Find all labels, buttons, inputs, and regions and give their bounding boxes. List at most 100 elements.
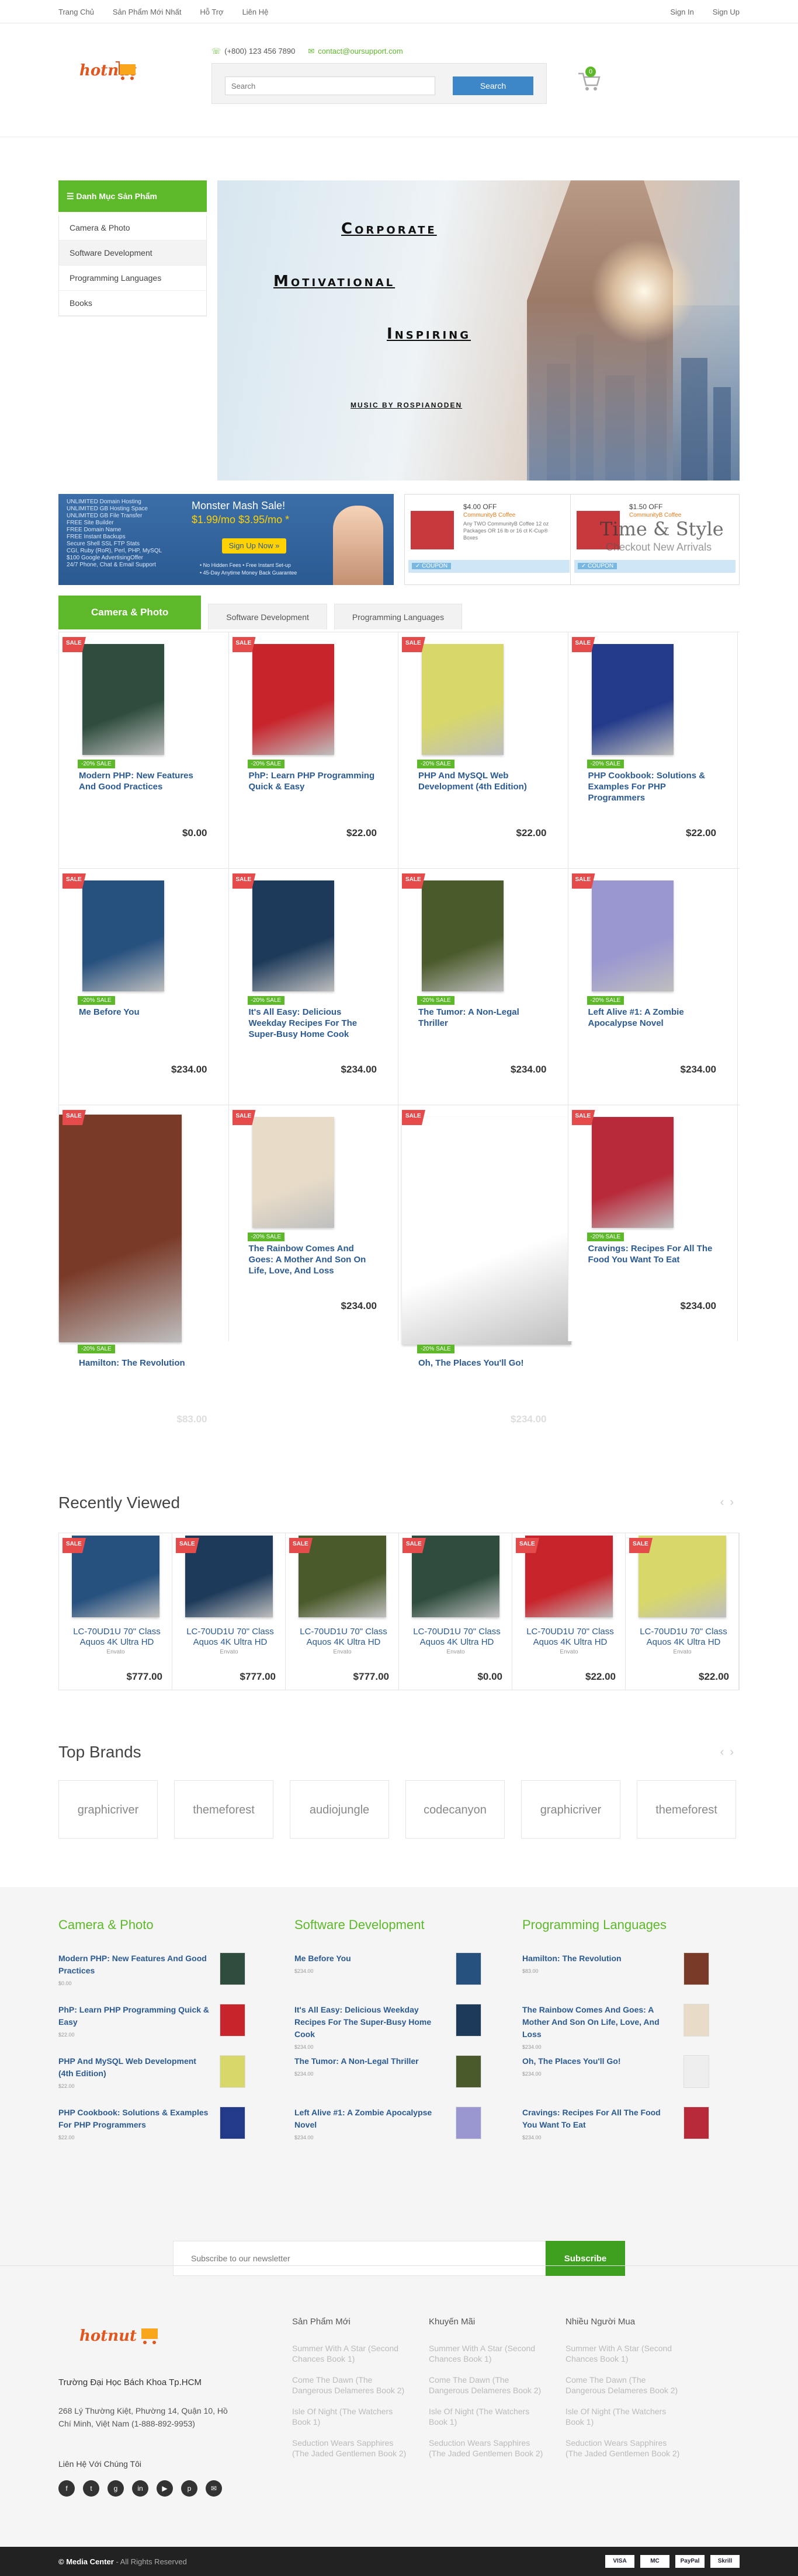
product-title[interactable]: Modern PHP: New Features And Good Practi…: [79, 770, 207, 792]
footer-product-image[interactable]: [456, 1952, 481, 1985]
footer-product-item[interactable]: Modern PHP: New Features And Good Practi…: [58, 1952, 245, 2004]
email-info[interactable]: ✉ contact@oursupport.com: [308, 47, 403, 56]
footer-product-image[interactable]: [683, 2055, 709, 2088]
recently-viewed-item[interactable]: SALE LC-70UD1U 70" Class Aquos 4K Ultra …: [286, 1533, 399, 1690]
product-card[interactable]: SALE -20% SALE Oh, The Places You'll Go!…: [398, 1105, 571, 1425]
product-cover-image[interactable]: [59, 1115, 182, 1342]
brand-logo[interactable]: graphicriver: [521, 1780, 620, 1839]
product-card[interactable]: SALE -20% SALE PHP And MySQL Web Develop…: [398, 632, 568, 868]
product-card[interactable]: SALE -20% SALE Left Alive #1: A Zombie A…: [567, 869, 738, 1105]
footer-product-item[interactable]: Cravings: Recipes For All The Food You W…: [522, 2107, 709, 2158]
prev-arrow-icon[interactable]: ‹: [720, 1496, 730, 1509]
footer-product-item[interactable]: It's All Easy: Delicious Weekday Recipes…: [294, 2004, 481, 2055]
recently-viewed-title[interactable]: LC-70UD1U 70" Class Aquos 4K Ultra HD: [294, 1627, 393, 1648]
footer-link[interactable]: Seduction Wears Sapphires (The Jaded Gen…: [565, 2438, 682, 2459]
brand-logo[interactable]: graphicriver: [58, 1780, 158, 1839]
tab-camera-photo[interactable]: Camera & Photo: [58, 596, 202, 629]
footer-product-title[interactable]: PhP: Learn PHP Programming Quick & Easy: [58, 2004, 210, 2028]
brand-logo[interactable]: codecanyon: [405, 1780, 505, 1839]
recently-viewed-image[interactable]: [299, 1536, 386, 1617]
product-title[interactable]: It's All Easy: Delicious Weekday Recipes…: [249, 1007, 377, 1040]
facebook-icon[interactable]: f: [58, 2480, 75, 2497]
footer-product-item[interactable]: PHP Cookbook: Solutions & Examples For P…: [58, 2107, 245, 2158]
footer-product-item[interactable]: The Rainbow Comes And Goes: A Mother And…: [522, 2004, 709, 2055]
product-card[interactable]: SALE -20% SALE PHP Cookbook: Solutions &…: [567, 632, 738, 868]
signup-link[interactable]: Sign Up: [713, 8, 740, 16]
next-arrow-icon[interactable]: ›: [730, 1496, 740, 1509]
recently-viewed-image[interactable]: [639, 1536, 726, 1617]
google-icon[interactable]: g: [107, 2480, 124, 2497]
footer-link[interactable]: Come The Dawn (The Dangerous Delameres B…: [429, 2375, 546, 2396]
email-address[interactable]: contact@oursupport.com: [318, 47, 403, 55]
footer-column-title[interactable]: Programming Languages: [522, 1917, 709, 1933]
footer-product-item[interactable]: Oh, The Places You'll Go! $234.00: [522, 2055, 709, 2107]
coupon-ad-1[interactable]: $4.00 OFF CommunityB Coffee Any TWO Comm…: [404, 494, 574, 585]
category-item-programming[interactable]: Programming Languages: [59, 266, 206, 291]
footer-product-item[interactable]: The Tumor: A Non-Legal Thriller $234.00: [294, 2055, 481, 2107]
brands-next-icon[interactable]: ›: [730, 1746, 740, 1759]
footer-product-image[interactable]: [683, 2107, 709, 2139]
subscribe-button[interactable]: Subscribe: [546, 2241, 625, 2276]
category-item-books[interactable]: Books: [59, 291, 206, 316]
footer-link[interactable]: Isle Of Night (The Watchers Book 1): [429, 2406, 546, 2427]
footer-product-image[interactable]: [456, 2004, 481, 2037]
product-cover-image[interactable]: [591, 644, 674, 755]
hero-banner[interactable]: Corporate Motivational Inspiring MUSIC B…: [217, 180, 740, 481]
recently-viewed-title[interactable]: LC-70UD1U 70" Class Aquos 4K Ultra HD: [407, 1627, 506, 1648]
recently-viewed-item[interactable]: SALE LC-70UD1U 70" Class Aquos 4K Ultra …: [172, 1533, 286, 1690]
tab-software-development[interactable]: Software Development: [208, 604, 327, 629]
footer-link[interactable]: Seduction Wears Sapphires (The Jaded Gen…: [429, 2438, 546, 2459]
footer-product-title[interactable]: The Rainbow Comes And Goes: A Mother And…: [522, 2004, 674, 2041]
coupon-ad-2[interactable]: $1.50 OFF CommunityB Coffee Time & Style…: [570, 494, 740, 585]
brands-prev-icon[interactable]: ‹: [720, 1746, 730, 1759]
top-nav-contact[interactable]: Liên Hệ: [242, 8, 269, 16]
recently-viewed-title[interactable]: LC-70UD1U 70" Class Aquos 4K Ultra HD: [67, 1627, 166, 1648]
footer-product-title[interactable]: It's All Easy: Delicious Weekday Recipes…: [294, 2004, 446, 2041]
recently-viewed-item[interactable]: SALE LC-70UD1U 70" Class Aquos 4K Ultra …: [399, 1533, 512, 1690]
recently-viewed-title[interactable]: LC-70UD1U 70" Class Aquos 4K Ultra HD: [634, 1627, 733, 1648]
recently-viewed-item[interactable]: SALE LC-70UD1U 70" Class Aquos 4K Ultra …: [59, 1533, 172, 1690]
product-card[interactable]: SALE -20% SALE Modern PHP: New Features …: [58, 632, 229, 868]
footer-link[interactable]: Seduction Wears Sapphires (The Jaded Gen…: [292, 2438, 409, 2459]
footer-link[interactable]: Come The Dawn (The Dangerous Delameres B…: [565, 2375, 682, 2396]
footer-column-title[interactable]: Software Development: [294, 1917, 481, 1933]
footer-product-image[interactable]: [456, 2107, 481, 2139]
product-title[interactable]: Me Before You: [79, 1007, 207, 1018]
footer-product-item[interactable]: PhP: Learn PHP Programming Quick & Easy …: [58, 2004, 245, 2055]
product-cover-image[interactable]: [422, 880, 504, 991]
footer-product-title[interactable]: Modern PHP: New Features And Good Practi…: [58, 1952, 210, 1977]
product-title[interactable]: Cravings: Recipes For All The Food You W…: [588, 1243, 717, 1265]
footer-product-item[interactable]: Hamilton: The Revolution $83.00: [522, 1952, 709, 2004]
recently-viewed-title[interactable]: LC-70UD1U 70" Class Aquos 4K Ultra HD: [521, 1627, 620, 1648]
twitter-icon[interactable]: t: [83, 2480, 99, 2497]
recently-viewed-image[interactable]: [185, 1536, 273, 1617]
product-card[interactable]: SALE -20% SALE Hamilton: The Revolution …: [58, 1105, 229, 1425]
recently-viewed-title[interactable]: LC-70UD1U 70" Class Aquos 4K Ultra HD: [181, 1627, 280, 1648]
product-card[interactable]: SALE -20% SALE It's All Easy: Delicious …: [228, 869, 398, 1105]
footer-product-image[interactable]: [220, 2055, 245, 2088]
category-item-camera[interactable]: Camera & Photo: [59, 215, 206, 241]
product-card[interactable]: SALE -20% SALE Cravings: Recipes For All…: [567, 1105, 738, 1341]
footer-product-title[interactable]: The Tumor: A Non-Legal Thriller: [294, 2055, 446, 2067]
brand-logo[interactable]: themeforest: [174, 1780, 273, 1839]
product-cover-image[interactable]: [252, 880, 334, 991]
hosting-ad[interactable]: UNLIMITED Domain Hosting UNLIMITED GB Ho…: [58, 494, 394, 585]
recently-viewed-item[interactable]: SALE LC-70UD1U 70" Class Aquos 4K Ultra …: [512, 1533, 626, 1690]
youtube-icon[interactable]: ▶: [157, 2480, 173, 2497]
top-nav-support[interactable]: Hỗ Trợ: [200, 8, 223, 16]
signin-link[interactable]: Sign In: [670, 8, 693, 16]
logo[interactable]: hotnut: [79, 55, 138, 88]
top-nav-new-products[interactable]: Sản Phẩm Mới Nhất: [113, 8, 182, 16]
email-icon[interactable]: ✉: [206, 2480, 222, 2497]
brand-logo[interactable]: themeforest: [637, 1780, 736, 1839]
newsletter-input[interactable]: [173, 2241, 546, 2276]
footer-link[interactable]: Summer With A Star (Second Chances Book …: [565, 2343, 682, 2364]
linkedin-icon[interactable]: in: [132, 2480, 148, 2497]
footer-product-title[interactable]: Me Before You: [294, 1952, 446, 1965]
category-header[interactable]: ☰ Danh Mục Sản Phẩm: [58, 180, 207, 212]
product-cover-image[interactable]: [252, 1117, 334, 1228]
footer-product-image[interactable]: [220, 2107, 245, 2139]
top-nav-home[interactable]: Trang Chủ: [58, 8, 94, 16]
pinterest-icon[interactable]: p: [181, 2480, 197, 2497]
product-title[interactable]: Hamilton: The Revolution: [79, 1357, 207, 1369]
